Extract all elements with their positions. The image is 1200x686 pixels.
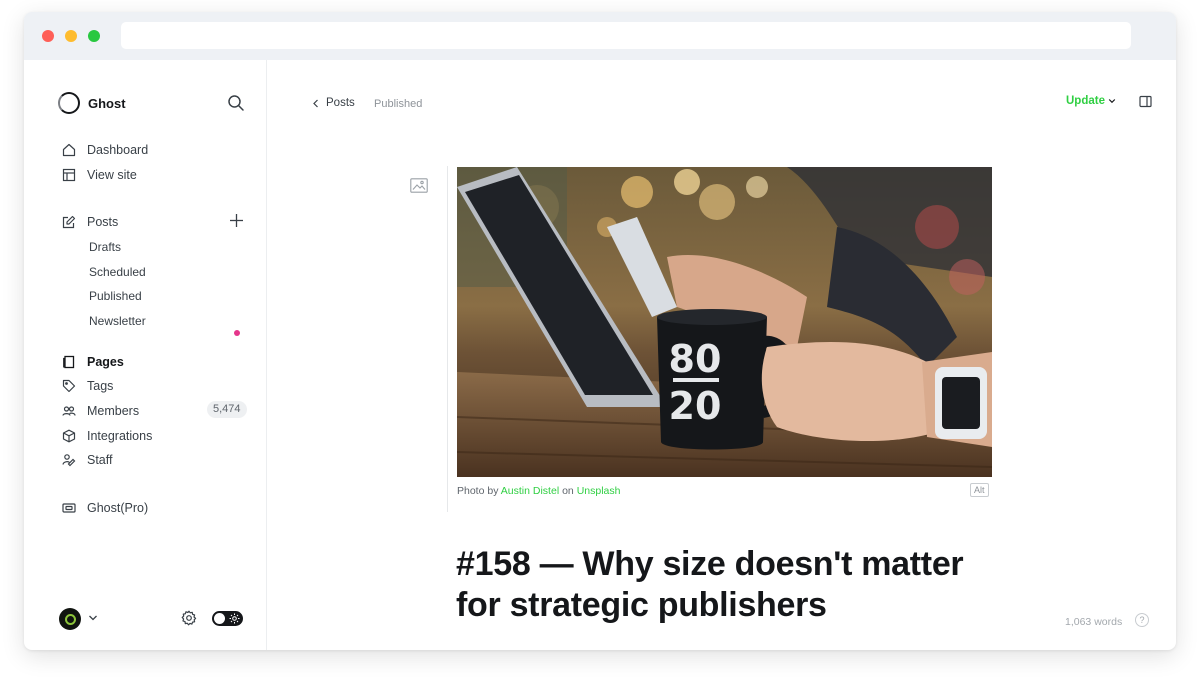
dark-mode-toggle[interactable] [212,611,243,626]
chevron-down-icon [1108,99,1116,104]
sidebar-item-pages[interactable]: Pages [62,352,124,372]
maximize-window-button[interactable] [88,30,100,42]
chevron-down-icon[interactable] [88,613,98,623]
new-post-plus-icon[interactable] [229,213,244,228]
sidebar-item-label: Members [87,404,140,418]
sidebar-item-label: Posts [87,215,119,229]
window-titlebar [24,12,1176,60]
image-card-icon[interactable] [410,178,428,193]
user-avatar[interactable] [59,608,81,630]
brand-name: Ghost [88,95,126,111]
sidebar-subitem-scheduled[interactable]: Scheduled [89,263,146,281]
address-bar[interactable] [121,22,1131,49]
sidebar-item-members[interactable]: Members [62,401,139,421]
sidebar-item-label: Staff [87,453,113,467]
sidebar-item-integrations[interactable]: Integrations [62,426,152,446]
sidebar-item-tags[interactable]: Tags [62,376,113,396]
editor-main: Posts Published Update 80 20 Photo by Au… [268,60,1176,650]
sidebar-item-label: Ghost(Pro) [87,501,149,515]
edit-icon [62,215,76,229]
help-button[interactable]: ? [1135,613,1149,627]
sidebar-panel-toggle-icon[interactable] [1139,95,1152,108]
sidebar-item-staff[interactable]: Staff [62,450,112,470]
page-icon [63,355,75,369]
newsletter-indicator-dot [234,330,240,336]
minimize-window-button[interactable] [65,30,77,42]
members-count-badge: 5,474 [207,401,247,418]
members-icon [62,406,76,416]
back-to-posts-link[interactable]: Posts [312,97,355,109]
chevron-left-icon [313,99,318,107]
brand[interactable]: Ghost [58,92,126,114]
sidebar-item-posts[interactable]: Posts [62,212,118,232]
post-title[interactable]: #158 — Why size doesn't matter for strat… [456,544,996,626]
caption-prefix: Photo by [457,485,499,497]
word-count: 1,063 words [1065,616,1123,628]
staff-icon [62,454,76,467]
caption-on: on [562,485,574,497]
sidebar-item-label: View site [87,168,137,182]
update-button-label: Update [1066,95,1105,107]
card-selection-rule [447,166,448,512]
feature-image[interactable]: 80 20 [457,167,992,477]
back-link-label: Posts [326,97,355,109]
avatar-ring-icon [64,613,76,625]
home-icon [62,143,76,157]
tag-icon [62,379,76,393]
sidebar-item-view-site[interactable]: View site [62,165,137,185]
pro-icon [62,503,76,513]
settings-gear-icon[interactable] [181,610,197,626]
sidebar-subitem-newsletter[interactable]: Newsletter [89,312,146,330]
close-window-button[interactable] [42,30,54,42]
search-icon[interactable] [227,94,245,112]
alt-text-button[interactable]: Alt [970,483,989,497]
sidebar-item-label: Tags [87,379,114,393]
sidebar-item-label: Pages [87,355,124,369]
sidebar-item-ghost-pro[interactable]: Ghost(Pro) [62,498,148,518]
sidebar: Ghost Dashboard View site Posts Drafts S… [24,60,267,650]
box-icon [62,429,76,443]
svg-text:80: 80 [669,337,722,381]
sidebar-item-label: Dashboard [87,143,149,157]
layout-icon [62,168,76,182]
sidebar-subitem-published[interactable]: Published [89,287,142,305]
caption-source-link[interactable]: Unsplash [577,485,621,497]
sun-icon [229,613,240,624]
image-caption[interactable]: Photo by Austin Distel on Unsplash [457,485,620,497]
caption-author-link[interactable]: Austin Distel [501,485,559,497]
update-button[interactable]: Update [1066,95,1116,107]
toggle-knob [214,613,225,624]
browser-window: Ghost Dashboard View site Posts Drafts S… [24,12,1176,650]
sidebar-item-label: Integrations [87,429,153,443]
ghost-logo-icon [58,92,80,114]
post-status: Published [374,98,423,110]
sidebar-subitem-drafts[interactable]: Drafts [89,238,121,256]
sidebar-item-dashboard[interactable]: Dashboard [62,140,148,160]
svg-text:20: 20 [669,384,722,428]
